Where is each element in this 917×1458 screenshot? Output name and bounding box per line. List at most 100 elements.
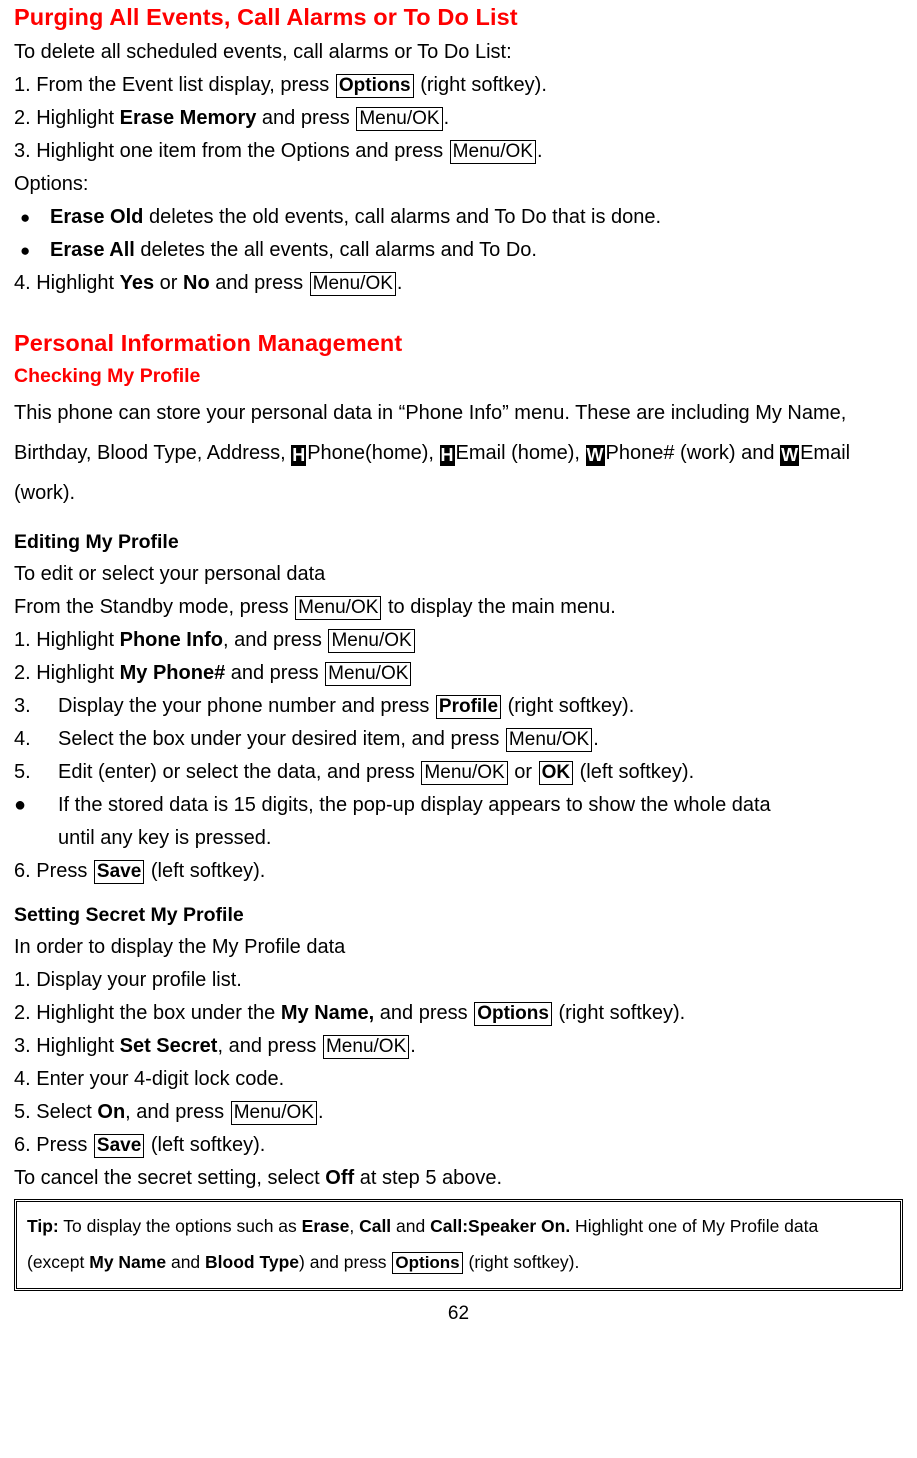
step-text: 6. Press (14, 1134, 93, 1156)
key-menu-ok[interactable]: Menu/OK (230, 1101, 317, 1125)
editing-note-bullet-line2: until any key is pressed. (14, 822, 903, 855)
step-text: 1. Display your profile list. (14, 969, 242, 991)
step-text-mid: and press (225, 662, 325, 684)
tip-label: Tip: (27, 1216, 59, 1236)
secret-intro: In order to display the My Profile data (14, 931, 903, 964)
key-save[interactable]: Save (93, 1134, 145, 1158)
step-text-tail: (left softkey). (574, 761, 695, 783)
key-menu-ok[interactable]: Menu/OK (309, 272, 396, 296)
editing-step-4: 4. Select the box under your desired ite… (14, 723, 903, 756)
step-text: 1. From the Event list display, press (14, 74, 335, 96)
step-text-tail: (right softkey). (502, 695, 635, 717)
term-call: Call (359, 1216, 392, 1236)
step-text-tail: (right softkey). (552, 1002, 686, 1024)
work-indicator-icon: W (585, 445, 605, 466)
bullet-rest: deletes the all events, call alarms and … (134, 239, 537, 261)
step-number: 3. (14, 695, 31, 717)
key-menu-ok[interactable]: Menu/OK (421, 761, 508, 785)
manual-page: Purging All Events, Call Alarms or To Do… (0, 0, 917, 1458)
bullet-icon: ● (20, 241, 31, 260)
work-indicator-icon: W (780, 445, 800, 466)
step-text-mid: or (154, 272, 184, 294)
para-part-3: Email (home), (455, 442, 586, 464)
purging-intro: To delete all scheduled events, call ala… (14, 36, 903, 69)
key-options[interactable]: Options (335, 74, 414, 98)
step-text: 6. Press (14, 860, 93, 882)
term-on: On (97, 1101, 126, 1123)
home-indicator-icon: H (291, 445, 307, 466)
options-label-text: Options: (14, 173, 89, 195)
secret-intro-text: In order to display the My Profile data (14, 936, 346, 958)
step-content: Edit (enter) or select the data, and pre… (58, 758, 903, 787)
step-text: 4. Highlight (14, 272, 120, 294)
step-text-tail: . (396, 272, 403, 294)
bullet-content: Erase All deletes the all events, call a… (50, 236, 903, 265)
step-text-mid: , and press (125, 1101, 230, 1123)
cancel-text: To cancel the secret setting, select (14, 1167, 326, 1189)
term-erase-memory: Erase Memory (119, 107, 257, 129)
term-erase-old: Erase Old (50, 206, 144, 228)
para-part-2: Phone(home), (307, 442, 440, 464)
term-off: Off (325, 1167, 355, 1189)
subheading-checking-my-profile: Checking My Profile (14, 365, 201, 387)
key-profile[interactable]: Profile (435, 695, 502, 719)
bullet-content-line2: until any key is pressed. (58, 827, 272, 849)
page-number: 62 (447, 1303, 470, 1324)
step-text: Edit (enter) or select the data, and pre… (58, 761, 421, 783)
key-menu-ok[interactable]: Menu/OK (295, 596, 382, 620)
step-text: 3. Highlight one item from the Options a… (14, 140, 449, 162)
editing-intro-text: To edit or select your personal data (14, 563, 326, 585)
editing-step-3: 3. Display the your phone number and pre… (14, 690, 903, 723)
secret-cancel-note: To cancel the secret setting, select Off… (14, 1162, 903, 1195)
step-text-tail: (left softkey). (145, 1134, 266, 1156)
term-yes: Yes (119, 272, 155, 294)
editing-note-bullet: ● If the stored data is 15 digits, the p… (14, 789, 903, 822)
step-text-mid: , and press (222, 629, 328, 651)
purging-options-label: Options: (14, 168, 903, 201)
key-menu-ok[interactable]: Menu/OK (325, 662, 412, 686)
step-text-tail: . (410, 1035, 416, 1057)
step-text-mid: and press (374, 1002, 474, 1024)
key-options[interactable]: Options (392, 1252, 463, 1274)
home-indicator-icon: H (439, 445, 455, 466)
secret-step-2: 2. Highlight the box under the My Name, … (14, 997, 903, 1030)
key-menu-ok[interactable]: Menu/OK (449, 140, 536, 164)
editing-step-1: 1. Highlight Phone Info, and press Menu/… (14, 624, 903, 657)
purging-step-3: 3. Highlight one item from the Options a… (14, 135, 903, 168)
tip-callout-box: Tip: To display the options such as Eras… (14, 1199, 903, 1291)
step-text: 1. Highlight (14, 629, 120, 651)
tip-sep-2: and (391, 1216, 431, 1236)
section-heading-purging: Purging All Events, Call Alarms or To Do… (14, 4, 518, 30)
key-ok[interactable]: OK (538, 761, 574, 785)
list-item: ● Erase Old deletes the old events, call… (14, 201, 903, 234)
editing-standby-line: From the Standby mode, press Menu/OK to … (14, 591, 903, 624)
secret-step-6: 6. Press Save (left softkey). (14, 1129, 903, 1162)
key-menu-ok[interactable]: Menu/OK (356, 107, 443, 131)
list-item: ● Erase All deletes the all events, call… (14, 234, 903, 267)
subheading-editing-my-profile: Editing My Profile (14, 531, 179, 553)
term-my-name: My Name, (280, 1002, 375, 1024)
key-options[interactable]: Options (474, 1002, 552, 1026)
tip-text-c2: ) and press (299, 1252, 392, 1272)
step-text: 2. Highlight (14, 107, 120, 129)
term-erase-all: Erase All (50, 239, 135, 261)
cancel-text-tail: at step 5 above. (354, 1167, 503, 1189)
key-menu-ok[interactable]: Menu/OK (322, 1035, 410, 1059)
editing-step-6: 6. Press Save (left softkey). (14, 855, 903, 888)
key-save[interactable]: Save (93, 860, 145, 884)
key-menu-ok[interactable]: Menu/OK (505, 728, 593, 752)
step-text: 3. Highlight (14, 1035, 120, 1057)
subheading-setting-secret-my-profile: Setting Secret My Profile (14, 904, 244, 926)
term-phone-info: Phone Info (119, 629, 223, 651)
bullet-rest: deletes the old events, call alarms and … (143, 206, 662, 228)
key-menu-ok[interactable]: Menu/OK (328, 629, 415, 653)
step-number: 5. (14, 761, 31, 783)
step-text-tail: to display the main menu. (382, 596, 616, 618)
step-number: 4. (14, 728, 31, 750)
term-my-phone-number: My Phone# (119, 662, 226, 684)
tip-text-a2: (except (27, 1252, 90, 1272)
step-text: 4. Enter your 4-digit lock code. (14, 1068, 285, 1090)
checking-my-profile-paragraph: This phone can store your personal data … (14, 391, 903, 515)
step-text: From the Standby mode, press (14, 596, 295, 618)
tip-text-d: (right softkey). (463, 1252, 580, 1272)
